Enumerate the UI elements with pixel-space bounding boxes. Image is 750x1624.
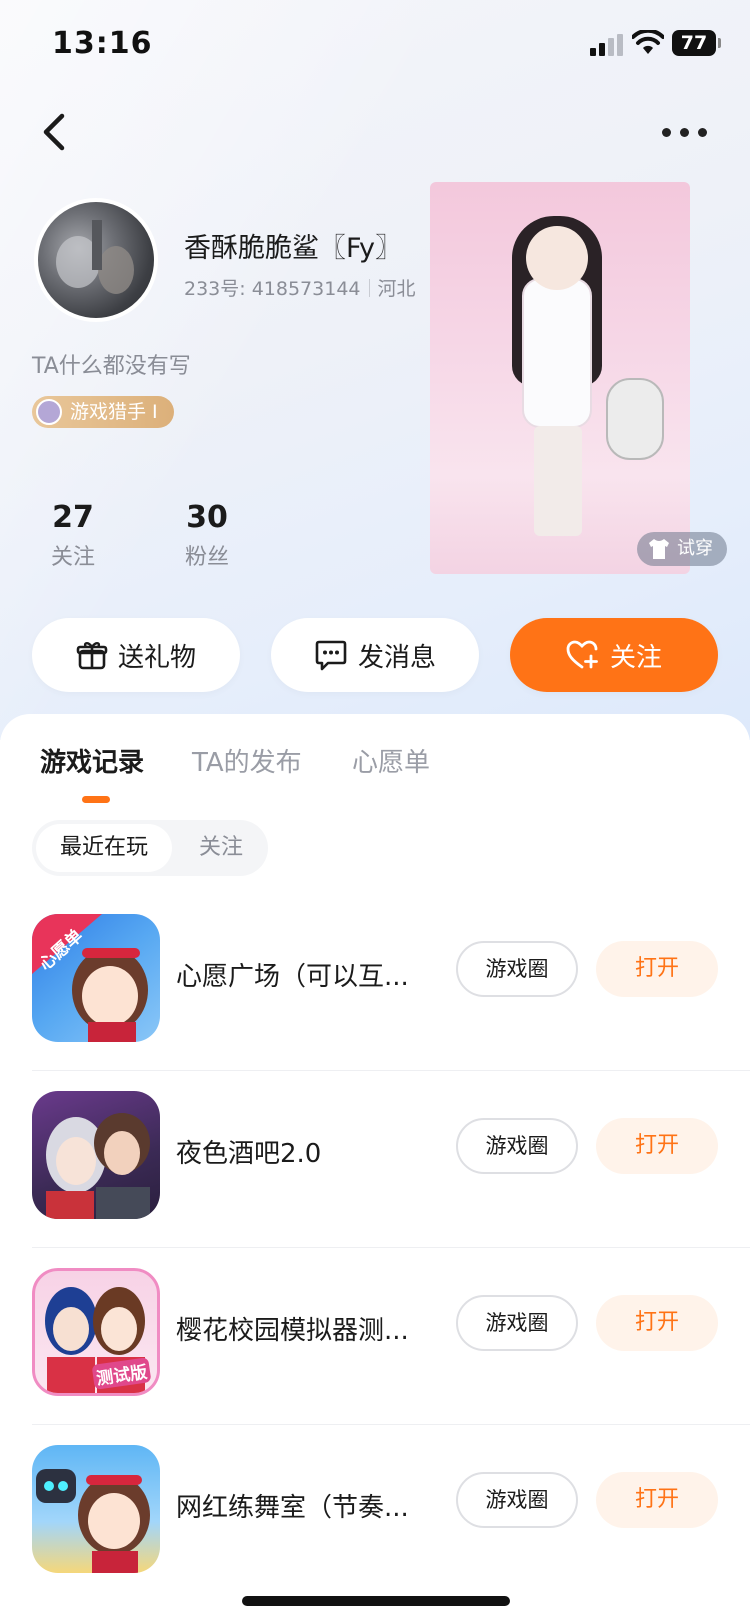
battery-indicator: 77 bbox=[672, 30, 721, 56]
game-circle-button[interactable]: 游戏圈 bbox=[456, 941, 578, 997]
game-icon-night-bar[interactable] bbox=[32, 1091, 160, 1219]
uid-row: 233号: 418573144 河北 bbox=[184, 274, 416, 301]
send-message-label: 发消息 bbox=[357, 642, 436, 673]
game-row[interactable]: 测试版 樱花校园模拟器测... 游戏圈 打开 bbox=[0, 1248, 750, 1425]
game-title: 樱花校园模拟器测... bbox=[176, 1316, 409, 1346]
try-on-button[interactable]: 试穿 bbox=[637, 532, 727, 566]
follow-label: 关注 bbox=[609, 642, 662, 673]
character-head bbox=[526, 226, 588, 290]
level-badge[interactable]: 游戏猎手 Ⅰ bbox=[32, 396, 174, 428]
cellular-signal-icon bbox=[590, 34, 626, 56]
avatar-photo bbox=[56, 220, 134, 294]
chat-bubble-icon bbox=[315, 640, 347, 671]
open-game-button[interactable]: 打开 bbox=[596, 1118, 718, 1174]
send-gift-label: 送礼物 bbox=[117, 642, 196, 673]
game-row[interactable]: 心愿单 心愿广场（可以互... 游戏圈 打开 bbox=[0, 894, 750, 1071]
wifi-icon bbox=[632, 30, 664, 54]
avatar[interactable] bbox=[34, 198, 158, 322]
shirt-icon bbox=[649, 539, 669, 559]
send-message-button[interactable]: 发消息 bbox=[271, 618, 479, 692]
following-stat[interactable]: 27 关注 bbox=[46, 500, 100, 571]
filter-recent-playing[interactable]: 最近在玩 bbox=[36, 824, 172, 872]
game-title: 心愿广场（可以互... bbox=[176, 962, 409, 992]
open-game-button[interactable]: 打开 bbox=[596, 1472, 718, 1528]
avatar-showcase[interactable] bbox=[430, 182, 690, 574]
open-game-button[interactable]: 打开 bbox=[596, 941, 718, 997]
game-circle-button[interactable]: 游戏圈 bbox=[456, 1472, 578, 1528]
open-game-button[interactable]: 打开 bbox=[596, 1295, 718, 1351]
bio-text: TA什么都没有写 bbox=[32, 354, 191, 379]
uid-divider bbox=[368, 279, 370, 297]
game-title: 网红练舞室（节奏... bbox=[176, 1493, 409, 1523]
game-row[interactable]: 网红练舞室（节奏... 游戏圈 打开 bbox=[0, 1425, 750, 1602]
tab-wishlist[interactable]: 心愿单 bbox=[352, 742, 430, 779]
game-artwork bbox=[36, 1469, 150, 1573]
heart-plus-icon bbox=[566, 640, 598, 669]
tab-posts[interactable]: TA的发布 bbox=[192, 742, 302, 779]
game-artwork bbox=[32, 914, 148, 1042]
following-label: 关注 bbox=[50, 545, 95, 570]
game-circle-button[interactable]: 游戏圈 bbox=[456, 1295, 578, 1351]
filter-following[interactable]: 关注 bbox=[178, 824, 264, 872]
record-filter-segment: 最近在玩 关注 bbox=[32, 820, 268, 876]
game-icon-sakura-school[interactable]: 测试版 bbox=[32, 1268, 160, 1396]
character-body bbox=[522, 278, 592, 428]
game-icon-dance-studio[interactable] bbox=[32, 1445, 160, 1573]
game-artwork bbox=[46, 1113, 150, 1219]
uid-label: 233号: 418573144 bbox=[184, 278, 361, 300]
followers-count: 30 bbox=[186, 500, 228, 535]
game-row[interactable]: 夜色酒吧2.0 游戏圈 打开 bbox=[0, 1071, 750, 1248]
active-tab-indicator bbox=[82, 796, 110, 803]
location-label: 河北 bbox=[377, 278, 416, 300]
status-bar: 13:16 77 bbox=[0, 0, 750, 88]
follow-button[interactable]: 关注 bbox=[510, 618, 718, 692]
tab-game-records[interactable]: 游戏记录 bbox=[40, 742, 144, 779]
home-indicator bbox=[242, 1596, 510, 1606]
game-title: 夜色酒吧2.0 bbox=[176, 1139, 322, 1169]
back-arrow-icon[interactable] bbox=[36, 110, 76, 154]
try-on-label: 试穿 bbox=[677, 538, 713, 559]
badge-mascot-icon bbox=[36, 399, 62, 425]
gift-icon bbox=[76, 642, 108, 670]
nickname: 香酥脆脆鲨〖Fy〗 bbox=[184, 233, 403, 264]
status-time: 13:16 bbox=[52, 26, 153, 61]
followers-stat[interactable]: 30 粉丝 bbox=[180, 500, 234, 571]
game-circle-button[interactable]: 游戏圈 bbox=[456, 1118, 578, 1174]
character-legs bbox=[534, 426, 582, 536]
following-count: 27 bbox=[52, 500, 94, 535]
followers-label: 粉丝 bbox=[184, 545, 229, 570]
character-plush bbox=[606, 378, 664, 460]
badge-label: 游戏猎手 Ⅰ bbox=[70, 401, 158, 423]
game-icon-wish-plaza[interactable]: 心愿单 bbox=[32, 914, 160, 1042]
more-options-icon[interactable] bbox=[660, 116, 710, 146]
send-gift-button[interactable]: 送礼物 bbox=[32, 618, 240, 692]
